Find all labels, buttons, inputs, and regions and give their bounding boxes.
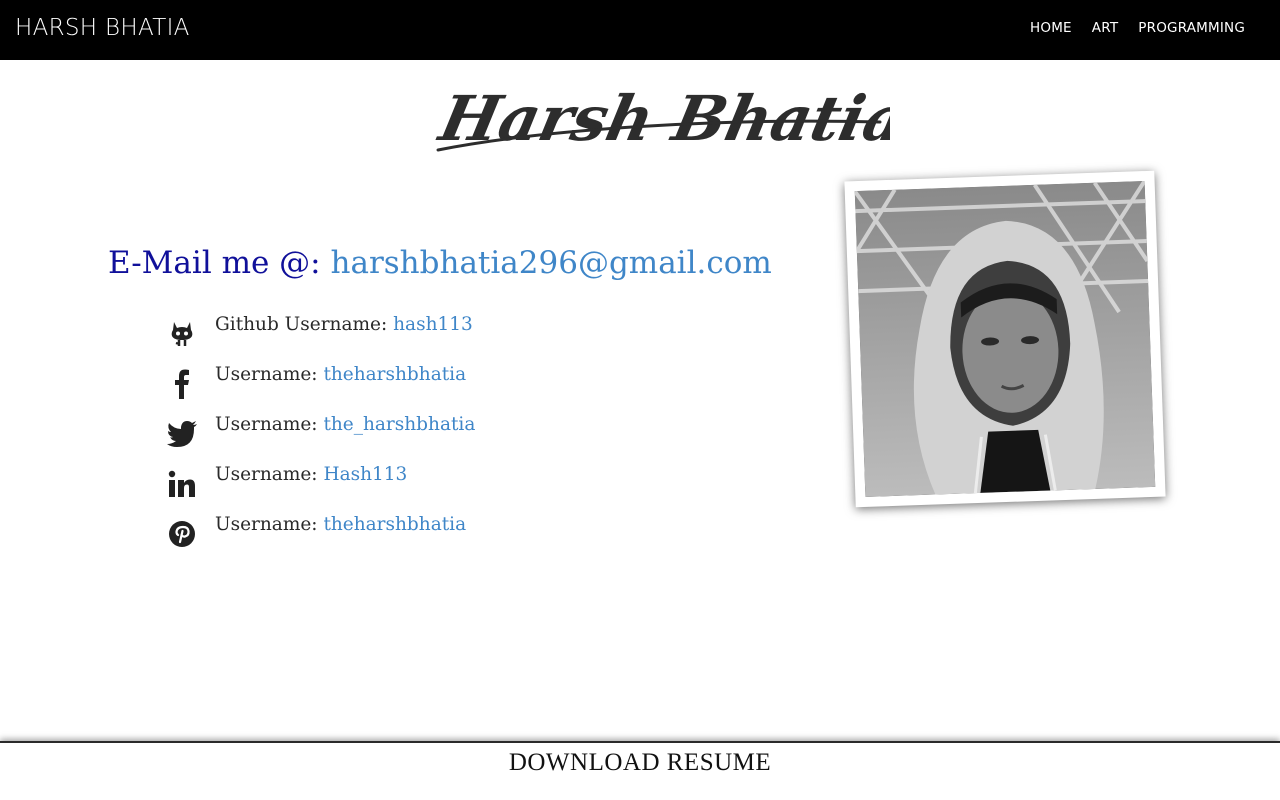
signature-heading: Harsh Bhatia bbox=[432, 82, 890, 155]
linkedin-handle-link[interactable]: Hash113 bbox=[323, 464, 407, 485]
github-handle-link[interactable]: hash113 bbox=[393, 314, 473, 335]
twitter-text: Username: the_harshbhatia bbox=[215, 414, 475, 435]
linkedin-icon[interactable] bbox=[165, 467, 199, 501]
facebook-icon[interactable] bbox=[165, 367, 199, 401]
email-link[interactable]: harshbhatia296@gmail.com bbox=[331, 245, 772, 281]
email-label: E-Mail me @: bbox=[108, 245, 321, 281]
pinterest-handle-link[interactable]: theharshbhatia bbox=[323, 514, 466, 535]
nav-art-link[interactable]: ART bbox=[1092, 20, 1118, 36]
linkedin-text: Username: Hash113 bbox=[215, 464, 407, 485]
top-navbar: HARSH BHATIA HOME ART PROGRAMMING bbox=[0, 0, 1280, 60]
pinterest-text: Username: theharshbhatia bbox=[215, 514, 466, 535]
facebook-handle-link[interactable]: theharshbhatia bbox=[323, 364, 466, 385]
pinterest-label: Username: bbox=[215, 514, 318, 535]
github-icon[interactable] bbox=[165, 317, 199, 351]
facebook-text: Username: theharshbhatia bbox=[215, 364, 466, 385]
footer-bar: DOWNLOAD RESUME bbox=[0, 741, 1280, 800]
pinterest-icon[interactable] bbox=[165, 517, 199, 551]
github-label: Github Username: bbox=[215, 314, 388, 335]
email-line: E-Mail me @: harshbhatia296@gmail.com bbox=[108, 245, 772, 281]
twitter-label: Username: bbox=[215, 414, 318, 435]
brand-link[interactable]: HARSH BHATIA bbox=[15, 15, 190, 41]
nav-programming-link[interactable]: PROGRAMMING bbox=[1138, 20, 1245, 36]
linkedin-label: Username: bbox=[215, 464, 318, 485]
download-resume-link[interactable]: DOWNLOAD RESUME bbox=[0, 749, 1280, 777]
nav-home-link[interactable]: HOME bbox=[1030, 20, 1072, 36]
nav-links: HOME ART PROGRAMMING bbox=[1030, 20, 1245, 36]
svg-text:Harsh Bhatia: Harsh Bhatia bbox=[432, 82, 890, 155]
facebook-label: Username: bbox=[215, 364, 318, 385]
github-text: Github Username: hash113 bbox=[215, 314, 473, 335]
twitter-handle-link[interactable]: the_harshbhatia bbox=[323, 414, 475, 435]
profile-photo-frame bbox=[844, 170, 1166, 508]
twitter-icon[interactable] bbox=[165, 417, 199, 451]
profile-photo bbox=[854, 181, 1156, 497]
